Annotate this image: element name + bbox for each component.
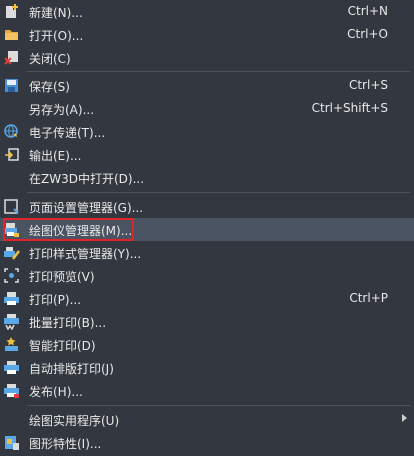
batch-print-icon	[3, 313, 20, 330]
menu-item-label: 打印(P)...	[29, 293, 82, 307]
print-preview-icon	[3, 267, 20, 284]
menu-item-label: 在ZW3D中打开(D)...	[29, 172, 145, 186]
smart-print-icon	[3, 336, 20, 353]
menu-item-label: 关闭(C)	[29, 52, 71, 66]
menu-item-label: 打印预览(V)	[29, 270, 95, 284]
menu-item-print-preview[interactable]: 打印预览(V)	[0, 264, 414, 287]
menu-item-label: 页面设置管理器(G)...	[29, 201, 144, 215]
menu-item-save[interactable]: 保存(S) Ctrl+S	[0, 74, 414, 97]
open-folder-icon	[3, 26, 20, 43]
highlight-annotation-box	[3, 218, 134, 241]
menu-item-label: 发布(H)...	[29, 385, 83, 399]
menu-item-label: 智能打印(D)	[29, 339, 96, 353]
menu-item-label: 电子传递(T)...	[29, 126, 106, 140]
menu-item-label: 图形特性(I)...	[29, 437, 102, 451]
menu-item-open[interactable]: 打开(O)... Ctrl+O	[0, 23, 414, 46]
save-icon	[3, 77, 20, 94]
menu-item-new[interactable]: 新建(N)... Ctrl+N	[0, 0, 414, 23]
menu-item-auto-layout-print[interactable]: 自动排版打印(J)	[0, 356, 414, 379]
publish-icon	[3, 382, 20, 399]
menu-item-batch-print[interactable]: 批量打印(B)...	[0, 310, 414, 333]
menu-item-drawing-properties[interactable]: 图形特性(I)...	[0, 431, 414, 454]
close-file-icon	[3, 49, 20, 66]
page-setup-icon	[3, 198, 20, 215]
menu-item-export[interactable]: 输出(E)...	[0, 143, 414, 166]
file-dropdown-menu: 新建(N)... Ctrl+N 打开(O)... Ctrl+O 关闭(C) 保存…	[0, 0, 414, 456]
shortcut-text: Ctrl+P	[349, 291, 388, 305]
plot-style-icon	[3, 244, 20, 261]
menu-item-page-setup-manager[interactable]: 页面设置管理器(G)...	[0, 195, 414, 218]
new-file-icon	[3, 3, 20, 20]
etransmit-globe-icon	[3, 123, 20, 140]
menu-item-label: 另存为(A)...	[29, 103, 95, 117]
shortcut-text: Ctrl+O	[347, 27, 388, 41]
menu-item-label: 打开(O)...	[29, 29, 84, 43]
menu-item-label: 打印样式管理器(Y)...	[29, 247, 142, 261]
menu-item-label: 新建(N)...	[29, 6, 83, 20]
menu-item-label: 保存(S)	[29, 80, 70, 94]
menu-item-label: 绘图实用程序(U)	[29, 414, 120, 428]
menu-item-etransmit[interactable]: 电子传递(T)...	[0, 120, 414, 143]
menu-separator	[27, 405, 410, 406]
menu-item-label: 自动排版打印(J)	[29, 362, 114, 376]
menu-item-label: 批量打印(B)...	[29, 316, 107, 330]
menu-item-save-as[interactable]: 另存为(A)... Ctrl+Shift+S	[0, 97, 414, 120]
menu-item-print[interactable]: 打印(P)... Ctrl+P	[0, 287, 414, 310]
menu-item-label: 输出(E)...	[29, 149, 82, 163]
menu-item-open-in-zw3d[interactable]: 在ZW3D中打开(D)...	[0, 166, 414, 189]
submenu-arrow-icon	[402, 414, 407, 422]
menu-item-smart-print[interactable]: 智能打印(D)	[0, 333, 414, 356]
menu-separator	[27, 71, 410, 72]
menu-item-plot-style-manager[interactable]: 打印样式管理器(Y)...	[0, 241, 414, 264]
menu-item-publish[interactable]: 发布(H)...	[0, 379, 414, 402]
drawing-properties-icon	[3, 434, 20, 451]
printer-icon	[3, 290, 20, 307]
shortcut-text: Ctrl+S	[348, 78, 388, 92]
auto-layout-print-icon	[3, 359, 20, 376]
export-icon	[3, 146, 20, 163]
menu-separator	[27, 192, 410, 193]
shortcut-text: Ctrl+Shift+S	[311, 101, 388, 115]
menu-item-close[interactable]: 关闭(C)	[0, 46, 414, 69]
menu-item-drawing-utilities[interactable]: 绘图实用程序(U)	[0, 408, 414, 431]
shortcut-text: Ctrl+N	[347, 4, 388, 18]
